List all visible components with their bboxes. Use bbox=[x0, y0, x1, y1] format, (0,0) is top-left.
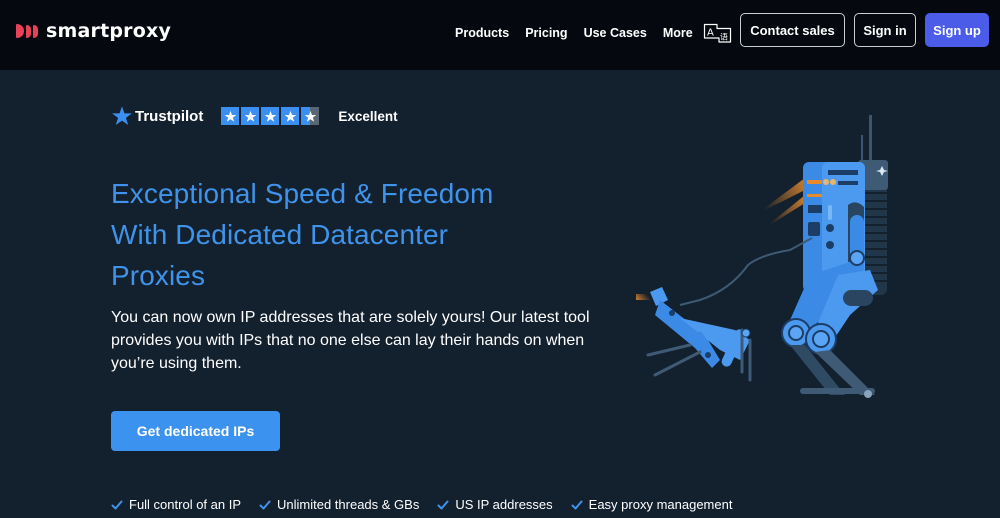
robot-legs bbox=[781, 262, 878, 398]
nav-pricing[interactable]: Pricing bbox=[525, 26, 567, 40]
rating-label: Excellent bbox=[338, 108, 398, 124]
feature-label: US IP addresses bbox=[455, 497, 553, 512]
feature-label: Unlimited threads & GBs bbox=[277, 497, 420, 512]
trustpilot-star-icon bbox=[112, 106, 132, 125]
sign-in-button[interactable]: Sign in bbox=[854, 13, 916, 47]
feature-item: Easy proxy management bbox=[571, 497, 733, 512]
get-dedicated-ips-button[interactable]: Get dedicated IPs bbox=[111, 411, 280, 451]
feature-item: Unlimited threads & GBs bbox=[259, 497, 419, 512]
feature-item: US IP addresses bbox=[437, 497, 553, 512]
main-nav: Products Pricing Use Cases More A 语 bbox=[455, 22, 733, 44]
hero-title: Exceptional Speed & Freedom With Dedicat… bbox=[111, 173, 571, 296]
half-star-icon bbox=[301, 107, 320, 125]
translate-icon[interactable]: A 语 bbox=[703, 22, 733, 44]
trustpilot-label: Trustpilot bbox=[135, 107, 204, 125]
site-header: smartproxy Products Pricing Use Cases Mo… bbox=[0, 0, 1000, 70]
star-icon bbox=[281, 107, 300, 125]
feature-list: Full control of an IP Unlimited threads … bbox=[111, 497, 750, 512]
svg-text:语: 语 bbox=[720, 32, 728, 42]
trustpilot-stars bbox=[221, 107, 320, 125]
hero-title-line: Proxies bbox=[111, 260, 206, 291]
check-icon bbox=[571, 500, 583, 509]
hero-description: You can now own IP addresses that are so… bbox=[111, 309, 590, 372]
nav-more[interactable]: More bbox=[663, 26, 693, 40]
check-icon bbox=[259, 500, 271, 509]
hero-title-line: Exceptional Speed & Freedom bbox=[111, 178, 494, 209]
star-icon bbox=[261, 107, 280, 125]
brand-name: smartproxy bbox=[46, 20, 172, 42]
check-icon bbox=[111, 500, 123, 509]
nav-use-cases[interactable]: Use Cases bbox=[584, 26, 647, 40]
feature-label: Easy proxy management bbox=[588, 497, 733, 512]
trustpilot-rating[interactable]: Trustpilot Excellent bbox=[111, 104, 398, 128]
check-icon bbox=[437, 500, 449, 509]
antenna-icon bbox=[861, 115, 872, 165]
feature-item: Full control of an IP bbox=[111, 497, 241, 512]
sign-up-button[interactable]: Sign up bbox=[925, 13, 989, 47]
star-icon bbox=[241, 107, 260, 125]
svg-text:A: A bbox=[707, 28, 714, 39]
logo-mark-icon bbox=[16, 24, 38, 38]
nav-products[interactable]: Products bbox=[455, 26, 509, 40]
star-icon bbox=[221, 107, 240, 125]
hero-title-line: With Dedicated Datacenter bbox=[111, 219, 449, 250]
robot-illustration bbox=[636, 115, 888, 398]
contact-sales-button[interactable]: Contact sales bbox=[740, 13, 845, 47]
trustpilot-brand: Trustpilot bbox=[111, 105, 203, 127]
brand-logo[interactable]: smartproxy bbox=[16, 18, 171, 44]
feature-label: Full control of an IP bbox=[129, 497, 241, 512]
